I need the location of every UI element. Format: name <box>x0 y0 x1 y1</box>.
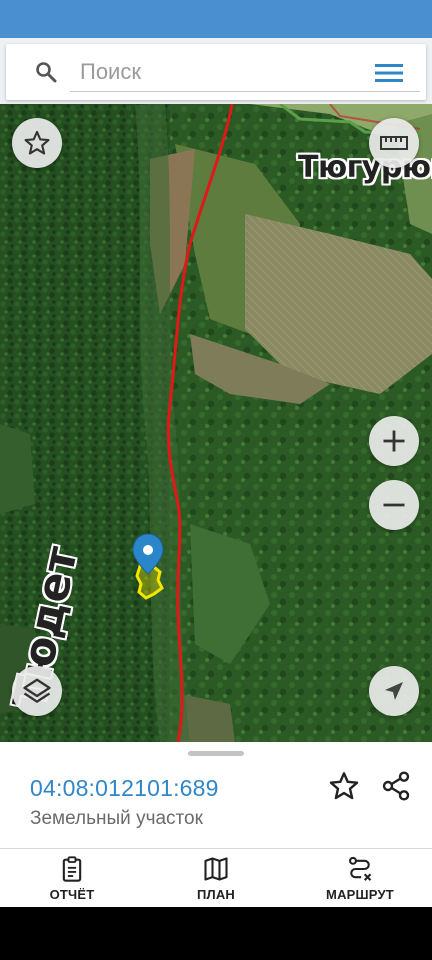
map-view[interactable]: Тюгурюк Тюдет <box>0 104 432 742</box>
plus-icon <box>383 430 405 452</box>
star-outline-icon <box>24 130 50 155</box>
nav-plan[interactable]: ПЛАН <box>144 849 288 907</box>
sheet-drag-handle[interactable] <box>188 751 244 756</box>
cadastral-number[interactable]: 04:08:012101:689 <box>30 775 219 802</box>
map-icon <box>204 856 228 881</box>
menu-icon[interactable] <box>374 61 404 85</box>
system-navigation-bar <box>0 907 432 960</box>
bottom-navigation: ОТЧЁТ ПЛАН МАРШРУТ <box>0 848 432 907</box>
layers-icon <box>23 678 51 703</box>
object-info-sheet[interactable]: 04:08:012101:689 Земельный участок <box>0 742 432 848</box>
search-bar <box>6 44 426 100</box>
my-location-button[interactable] <box>369 666 419 716</box>
ruler-button[interactable] <box>369 118 419 168</box>
route-icon <box>349 856 372 881</box>
nav-report[interactable]: ОТЧЁТ <box>0 849 144 907</box>
search-icon[interactable] <box>34 60 58 84</box>
search-input[interactable] <box>70 52 420 92</box>
zoom-out-button[interactable] <box>369 480 419 530</box>
layers-button[interactable] <box>12 666 62 716</box>
ruler-icon <box>380 136 408 150</box>
zoom-in-button[interactable] <box>369 416 419 466</box>
object-type-label: Земельный участок <box>30 808 203 829</box>
favorite-star-icon[interactable] <box>328 770 360 802</box>
favorite-map-button[interactable] <box>12 118 62 168</box>
nav-plan-label: ПЛАН <box>196 886 236 902</box>
minus-icon <box>383 503 405 507</box>
search-bar-container <box>0 38 432 104</box>
nav-route-label: МАРШРУТ <box>326 886 394 902</box>
nav-route[interactable]: МАРШРУТ <box>288 849 432 907</box>
status-bar <box>0 0 432 38</box>
clipboard-icon <box>62 855 82 882</box>
nav-report-label: ОТЧЁТ <box>49 886 95 902</box>
navigation-arrow-icon <box>385 682 403 700</box>
share-icon[interactable] <box>380 770 412 802</box>
